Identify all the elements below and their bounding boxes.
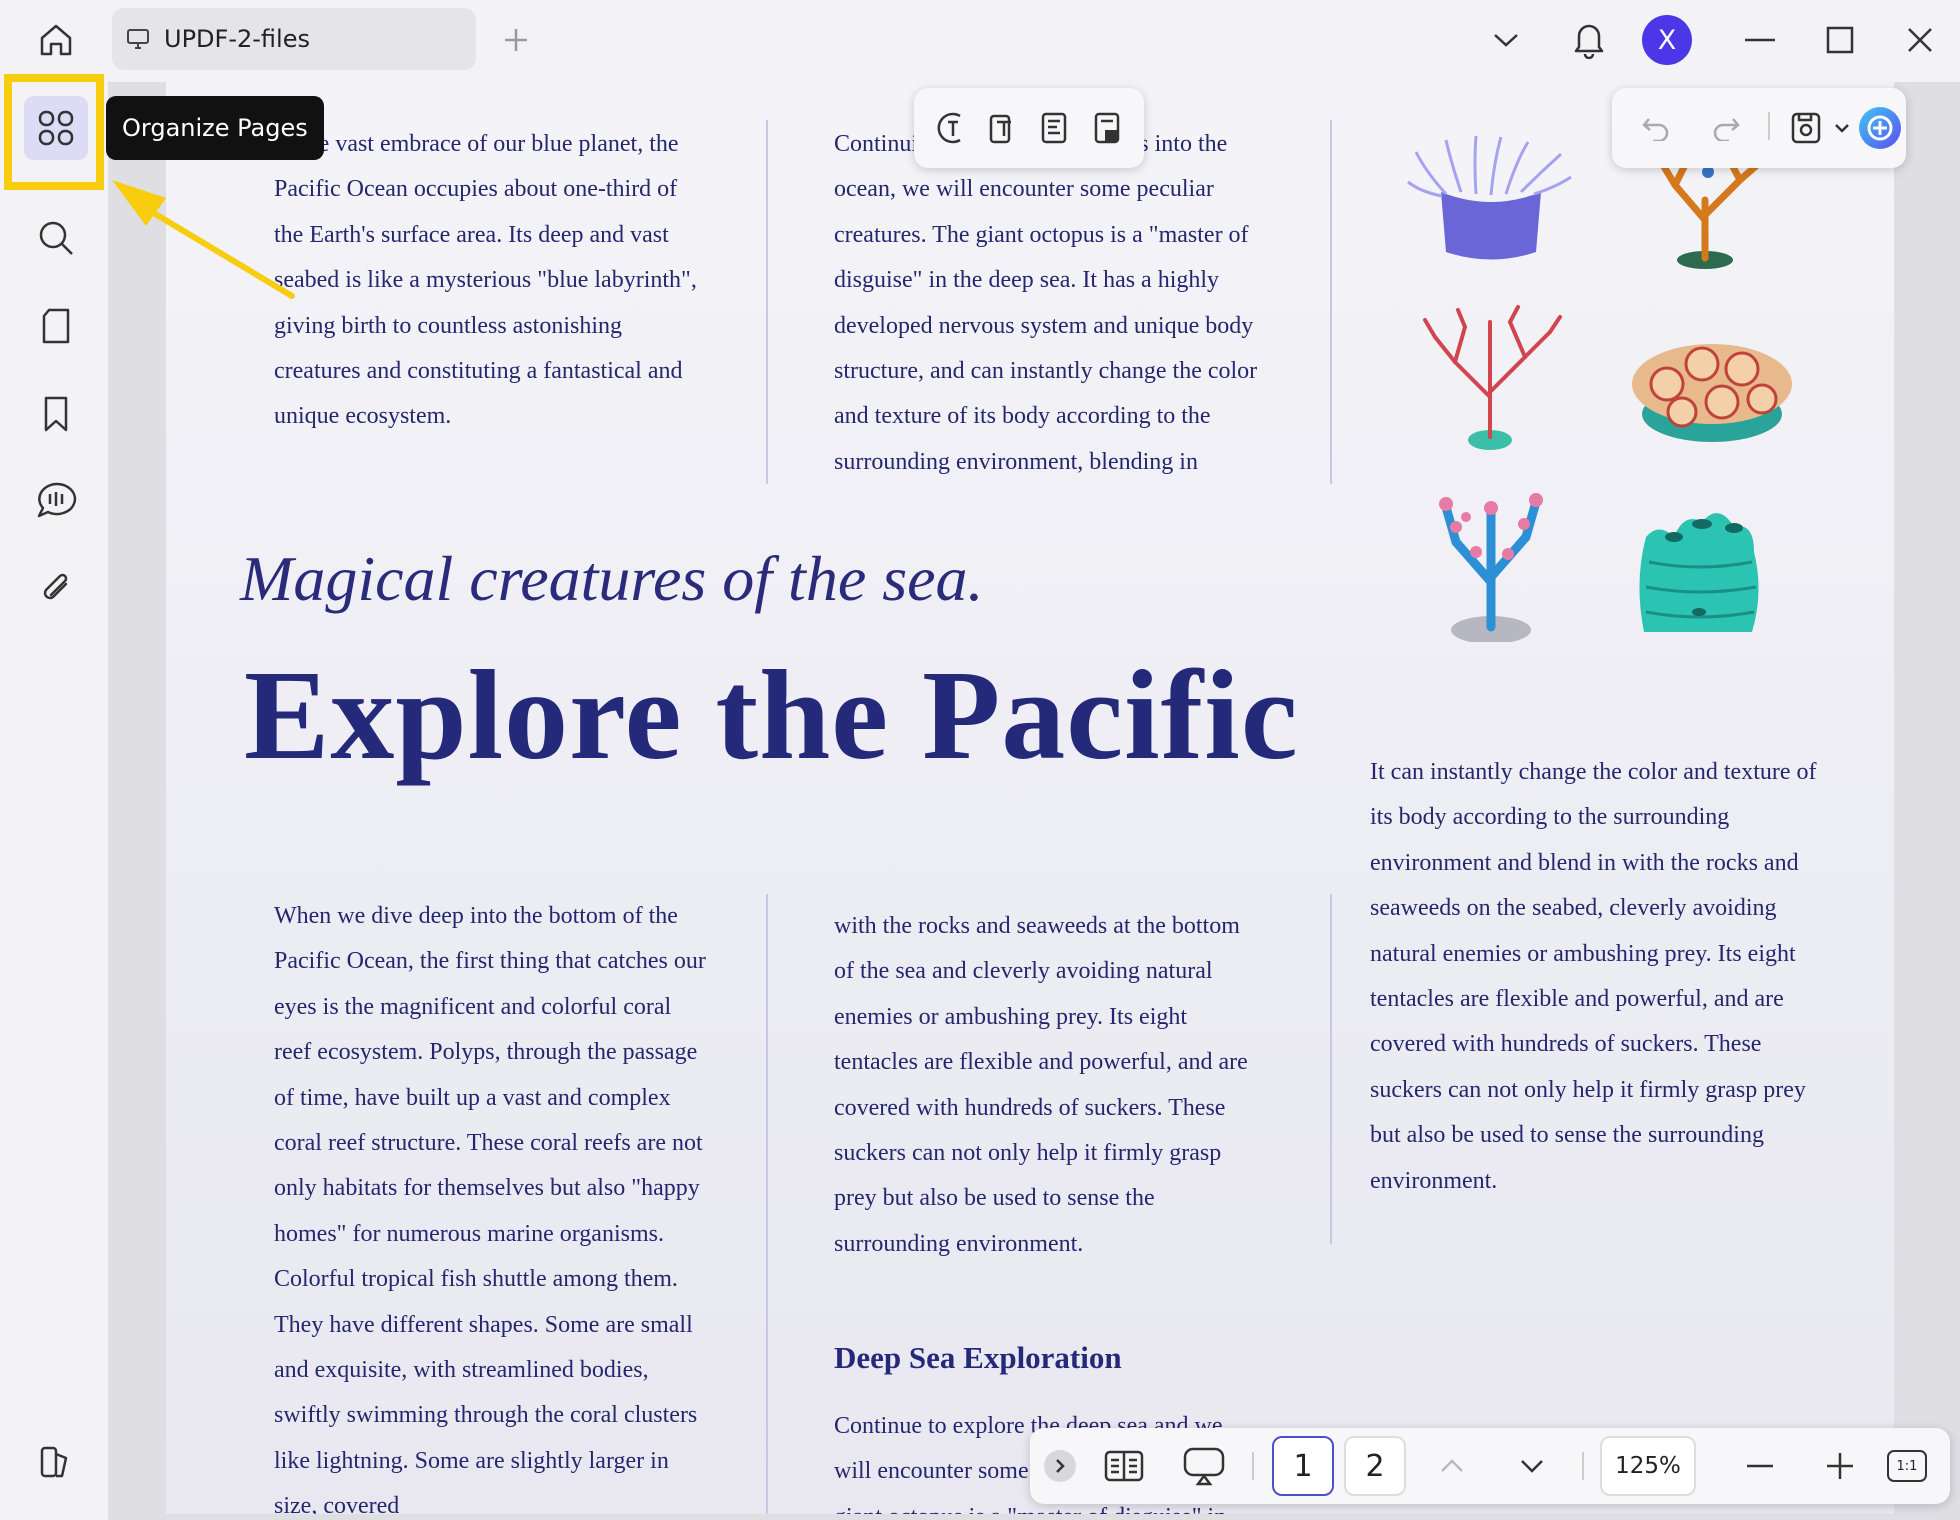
layers-icon: [36, 1442, 76, 1482]
paperclip-icon: [36, 568, 76, 608]
text-edit-icon[interactable]: [987, 110, 1019, 146]
coral-image-plate-coral: [1622, 314, 1802, 444]
save-options-chevron-icon[interactable]: [1830, 116, 1854, 140]
attachments-button[interactable]: [24, 556, 88, 620]
coral-image-teal-tube: [1624, 492, 1774, 642]
pdf-page: In the vast embrace of our blue planet, …: [166, 82, 1894, 1514]
avatar[interactable]: X: [1642, 15, 1692, 65]
arrow-annotation-icon: [112, 180, 295, 299]
edit-toolbar: [914, 88, 1144, 168]
comments-button[interactable]: [24, 468, 88, 532]
subtitle: Magical creatures of the sea.: [240, 543, 984, 614]
coral-image-purple-anemone: [1406, 132, 1576, 272]
separator: [1252, 1452, 1254, 1480]
separator: [1768, 112, 1770, 140]
text-recognize-icon[interactable]: [934, 110, 966, 146]
main-title: Explore the Pacific: [244, 644, 1299, 786]
comment-icon: [34, 480, 78, 520]
column-divider: [766, 120, 768, 484]
navigation-toolbar: 1 2 125% 1:1: [1030, 1428, 1950, 1504]
zoom-level-field[interactable]: 125%: [1600, 1436, 1696, 1496]
history-toolbar: [1612, 88, 1906, 168]
plus-icon[interactable]: [496, 20, 536, 60]
coral-image-blue-branch: [1416, 482, 1566, 642]
maximize-icon[interactable]: [1820, 20, 1860, 60]
redo-icon[interactable]: [1706, 108, 1746, 148]
page-1-button[interactable]: 1: [1272, 1436, 1334, 1496]
text-lock-icon[interactable]: [1092, 110, 1124, 146]
next-page-icon[interactable]: [1514, 1450, 1550, 1482]
close-icon[interactable]: [1900, 20, 1940, 60]
layers-button[interactable]: [24, 1430, 88, 1494]
paragraph-col1-bottom: When we dive deep into the bottom of the…: [274, 903, 706, 1514]
separator: [1582, 1452, 1584, 1480]
bookmarks-button[interactable]: [24, 382, 88, 446]
actual-size-icon: 1:1: [1887, 1450, 1927, 1482]
undo-icon[interactable]: [1636, 108, 1676, 148]
previous-page-icon[interactable]: [1434, 1450, 1470, 1482]
section-heading: Deep Sea Exploration: [834, 1340, 1122, 1375]
minimize-icon[interactable]: [1740, 20, 1780, 60]
chevron-down-icon[interactable]: [1486, 20, 1526, 60]
paragraph-col2-bottom: with the rocks and seaweeds at the botto…: [834, 913, 1248, 1257]
paragraph-col1-top: In the vast embrace of our blue planet, …: [274, 131, 697, 430]
actual-size-button[interactable]: 1:1: [1882, 1446, 1932, 1486]
coral-image-red-fan: [1410, 302, 1570, 452]
paragraph-col2-top: Continuing to explore the depths into th…: [834, 131, 1258, 475]
bell-icon[interactable]: [1566, 16, 1612, 62]
zoom-in-icon[interactable]: [1822, 1448, 1858, 1484]
page-layout-icon[interactable]: [1102, 1446, 1146, 1486]
zoom-out-icon[interactable]: [1742, 1450, 1778, 1482]
page-2-button[interactable]: 2: [1344, 1436, 1406, 1496]
ai-assistant-icon[interactable]: [1856, 104, 1904, 152]
presentation-icon[interactable]: [1180, 1444, 1228, 1488]
text-align-icon[interactable]: [1039, 110, 1071, 146]
column-divider: [1330, 120, 1332, 484]
column-divider: [1330, 894, 1332, 1244]
bookmark-icon: [36, 394, 76, 434]
column-divider: [766, 894, 768, 1514]
expand-chevron-icon[interactable]: [1044, 1450, 1076, 1482]
paragraph-col3-right: It can instantly change the color and te…: [1370, 759, 1817, 1194]
save-icon[interactable]: [1784, 106, 1828, 150]
